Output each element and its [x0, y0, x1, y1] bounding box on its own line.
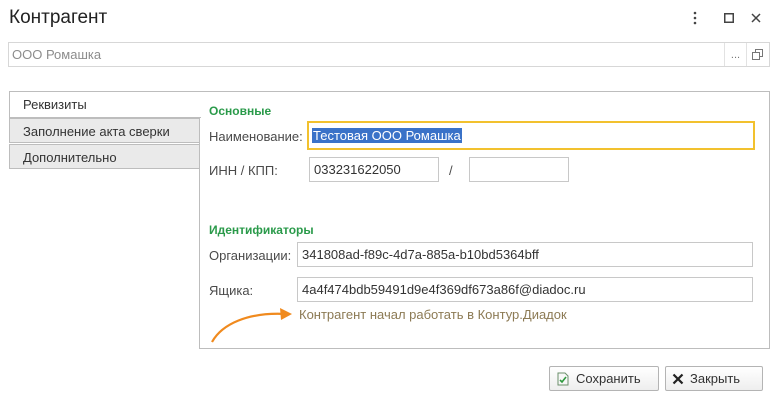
save-button[interactable]: Сохранить	[549, 366, 659, 391]
arrow-icon	[211, 308, 292, 343]
inn-kpp-label: ИНН / КПП:	[209, 163, 278, 178]
close-icon[interactable]	[746, 8, 766, 28]
tab-additional[interactable]: Дополнительно	[9, 144, 200, 169]
box-label: Ящика:	[209, 283, 254, 298]
tab-reconciliation[interactable]: Заполнение акта сверки	[9, 118, 200, 143]
box-id-field[interactable]: 4a4f474bdb59491d9e4f369df673a86f@diadoc.…	[297, 277, 753, 302]
close-x-icon	[672, 373, 684, 385]
name-field[interactable]: Тестовая ООО Ромашка	[307, 121, 755, 150]
section-ids-title: Идентификаторы	[209, 223, 314, 237]
name-label: Наименование:	[209, 129, 303, 144]
name-value: Тестовая ООО Ромашка	[312, 128, 462, 143]
diadoc-status-note: Контрагент начал работать в Контур.Диадо…	[299, 307, 567, 322]
maximize-icon[interactable]	[719, 8, 739, 28]
tab-requisites[interactable]: Реквизиты	[9, 91, 201, 118]
org-id-field[interactable]: 341808ad-f89c-4d7a-885a-b10bd5364bff	[297, 242, 753, 267]
org-label: Организации:	[209, 248, 292, 263]
window-title: Контрагент	[9, 7, 108, 28]
section-main-title: Основные	[209, 104, 272, 118]
kpp-field[interactable]	[469, 157, 569, 182]
inn-field[interactable]: 033231622050	[309, 157, 439, 182]
kpp-separator: /	[449, 163, 453, 178]
select-button[interactable]: ...	[724, 43, 746, 66]
save-icon	[556, 372, 570, 386]
counterparty-ref-field[interactable]: ООО Ромашка ...	[8, 42, 770, 67]
open-link-icon[interactable]	[746, 43, 768, 66]
close-label: Закрыть	[690, 371, 741, 386]
save-label: Сохранить	[576, 371, 641, 386]
counterparty-ref-value: ООО Ромашка	[12, 47, 102, 62]
close-button[interactable]: Закрыть	[665, 366, 763, 391]
more-vertical-icon[interactable]	[685, 8, 705, 28]
